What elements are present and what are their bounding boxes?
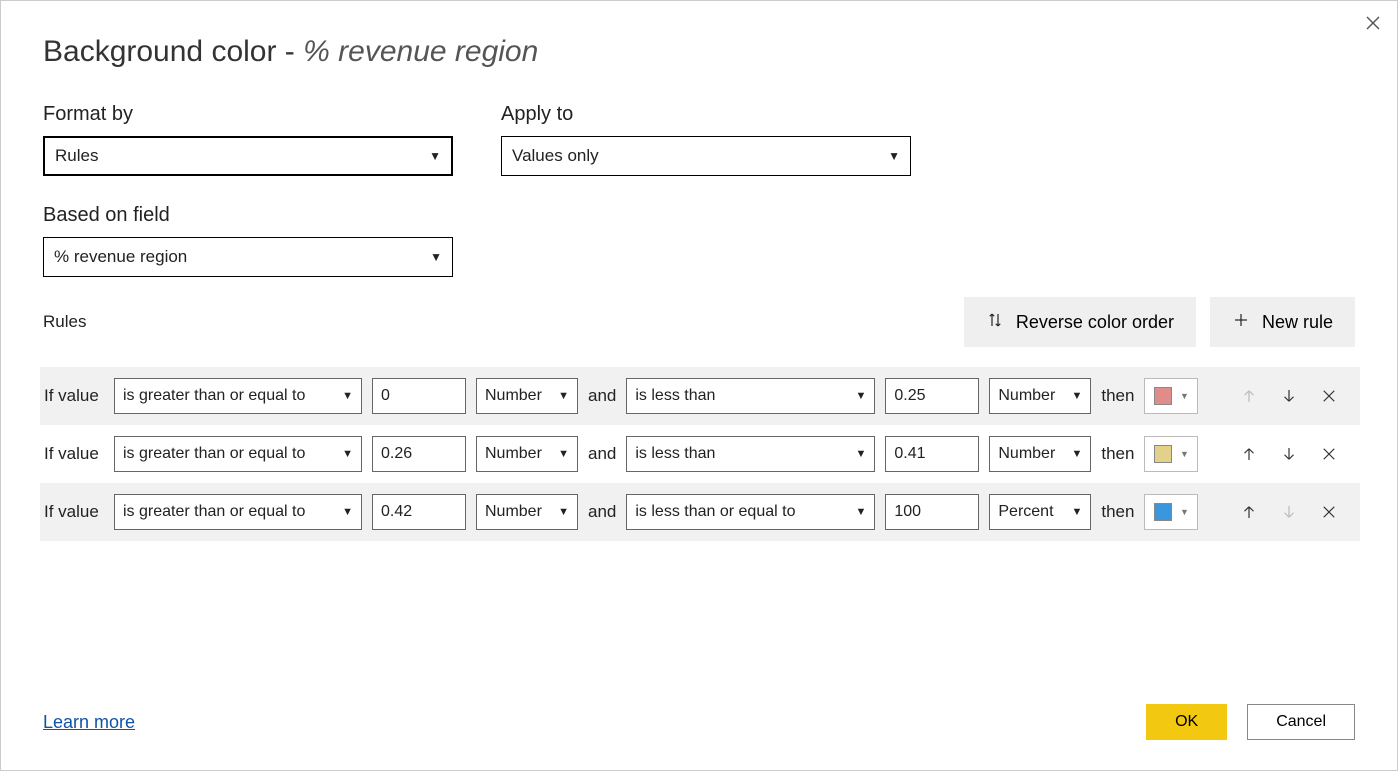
if-value-label: If value [44,502,104,522]
chevron-down-icon: ▼ [558,506,569,518]
rule-value-1-input[interactable]: 0.42 [372,494,466,530]
chevron-down-icon: ▼ [342,390,353,402]
chevron-down-icon: ▼ [1071,506,1082,518]
rule-type-1-select[interactable]: Number▼ [476,494,578,530]
format-by-value: Rules [55,146,98,166]
dialog-title-prefix: Background color - [43,35,303,68]
then-label: then [1101,386,1134,406]
and-label: and [588,444,616,464]
cancel-button[interactable]: Cancel [1247,704,1355,740]
rule-color-picker[interactable]: ▼ [1144,436,1198,472]
chevron-down-icon: ▼ [430,250,442,264]
reverse-color-order-button[interactable]: Reverse color order [964,297,1196,347]
then-label: then [1101,502,1134,522]
rule-type-1-select[interactable]: Number▼ [476,436,578,472]
rule-operator-1-select[interactable]: is greater than or equal to▼ [114,436,362,472]
color-swatch [1154,387,1172,405]
close-icon[interactable] [1363,13,1383,33]
move-up-icon [1238,385,1260,407]
chevron-down-icon: ▼ [429,149,441,163]
rule-row: If value is greater than or equal to▼ 0 … [40,367,1360,425]
chevron-down-icon: ▼ [855,448,866,460]
rules-section-label: Rules [43,312,86,332]
conditional-formatting-dialog: Background color - % revenue region Form… [0,0,1398,771]
move-down-icon [1278,501,1300,523]
if-value-label: If value [44,444,104,464]
if-value-label: If value [44,386,104,406]
plus-icon [1232,311,1250,334]
chevron-down-icon: ▼ [855,506,866,518]
format-by-select[interactable]: Rules ▼ [43,136,453,176]
based-on-field-select[interactable]: % revenue region ▼ [43,237,453,277]
apply-to-select[interactable]: Values only ▼ [501,136,911,176]
move-up-icon[interactable] [1238,443,1260,465]
rules-list: If value is greater than or equal to▼ 0 … [40,367,1360,541]
rule-value-1-input[interactable]: 0 [372,378,466,414]
chevron-down-icon: ▼ [1071,390,1082,402]
chevron-down-icon: ▼ [1180,391,1189,401]
format-by-label: Format by [43,103,501,126]
rule-value-2-input[interactable]: 0.41 [885,436,979,472]
apply-to-value: Values only [512,146,599,166]
delete-rule-icon[interactable] [1318,501,1340,523]
move-down-icon[interactable] [1278,443,1300,465]
and-label: and [588,502,616,522]
rule-row: If value is greater than or equal to▼ 0.… [40,425,1360,483]
rule-operator-2-select[interactable]: is less than or equal to▼ [626,494,875,530]
rule-operator-1-select[interactable]: is greater than or equal to▼ [114,378,362,414]
rule-type-2-select[interactable]: Number▼ [989,378,1091,414]
chevron-down-icon: ▼ [1071,448,1082,460]
chevron-down-icon: ▼ [342,448,353,460]
delete-rule-icon[interactable] [1318,385,1340,407]
apply-to-label: Apply to [501,103,911,126]
chevron-down-icon: ▼ [888,149,900,163]
chevron-down-icon: ▼ [558,448,569,460]
chevron-down-icon: ▼ [342,506,353,518]
color-swatch [1154,503,1172,521]
rule-type-2-select[interactable]: Percent▼ [989,494,1091,530]
color-swatch [1154,445,1172,463]
rule-color-picker[interactable]: ▼ [1144,494,1198,530]
rule-value-2-input[interactable]: 0.25 [885,378,979,414]
swap-vertical-icon [986,311,1004,334]
rule-type-1-select[interactable]: Number▼ [476,378,578,414]
new-rule-label: New rule [1262,312,1333,333]
and-label: and [588,386,616,406]
based-on-field-label: Based on field [43,204,1355,227]
rule-type-2-select[interactable]: Number▼ [989,436,1091,472]
chevron-down-icon: ▼ [1180,449,1189,459]
new-rule-button[interactable]: New rule [1210,297,1355,347]
chevron-down-icon: ▼ [855,390,866,402]
chevron-down-icon: ▼ [1180,507,1189,517]
rule-operator-1-select[interactable]: is greater than or equal to▼ [114,494,362,530]
rule-value-1-input[interactable]: 0.26 [372,436,466,472]
rule-value-2-input[interactable]: 100 [885,494,979,530]
move-up-icon[interactable] [1238,501,1260,523]
delete-rule-icon[interactable] [1318,443,1340,465]
rule-operator-2-select[interactable]: is less than▼ [626,436,875,472]
dialog-title: Background color - % revenue region [43,35,1355,69]
ok-button[interactable]: OK [1146,704,1227,740]
chevron-down-icon: ▼ [558,390,569,402]
reverse-color-order-label: Reverse color order [1016,312,1174,333]
rule-row: If value is greater than or equal to▼ 0.… [40,483,1360,541]
based-on-field-value: % revenue region [54,247,187,267]
dialog-title-field: % revenue region [303,35,538,68]
learn-more-link[interactable]: Learn more [43,712,135,733]
rule-operator-2-select[interactable]: is less than▼ [626,378,875,414]
move-down-icon[interactable] [1278,385,1300,407]
then-label: then [1101,444,1134,464]
rule-color-picker[interactable]: ▼ [1144,378,1198,414]
